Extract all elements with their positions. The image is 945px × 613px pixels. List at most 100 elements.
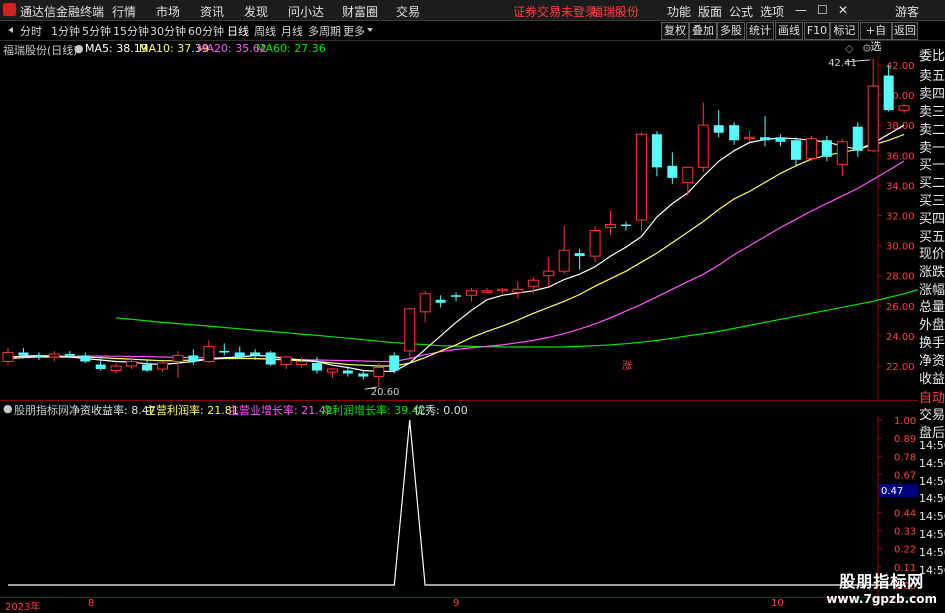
candle-body-up [605, 224, 617, 229]
login-warning[interactable]: 证券交易未登录 [513, 3, 597, 20]
f10-button[interactable]: F10 [804, 22, 830, 40]
side-label[interactable]: 14:56 [919, 546, 945, 559]
side-label[interactable]: 14:56 [919, 439, 945, 452]
side-label[interactable]: 14:56 [919, 475, 945, 488]
mark-button[interactable]: 标记 [830, 22, 859, 40]
candle-body-up [48, 353, 60, 358]
indicator-settings-icon-2[interactable]: ● [3, 402, 13, 415]
indicator-chart[interactable]: 1.000.890.780.670.560.440.330.220.110.00… [0, 416, 918, 597]
side-label[interactable]: 买一 [919, 154, 945, 173]
candle-body-up [697, 124, 709, 168]
side-label[interactable]: 买三 [919, 190, 945, 209]
side-label[interactable]: 14:56 [919, 528, 945, 541]
candle-body-down [342, 370, 353, 374]
side-label[interactable]: 收益 [919, 368, 945, 387]
candle-body-up [867, 85, 879, 152]
period-tab-more[interactable]: 更多 [343, 23, 365, 39]
period-tab-daily[interactable]: 日线 [227, 23, 249, 39]
candle-body-up [110, 365, 122, 372]
candle-body-down [265, 352, 276, 365]
indicator-tick-label: 0.33 [894, 527, 916, 538]
menu-formula[interactable]: 公式 [729, 3, 753, 20]
axis-label-sep: 9 [453, 598, 460, 609]
candle-body-up [157, 362, 168, 370]
side-label[interactable]: 净资 [919, 350, 945, 369]
stats-button[interactable]: 统计 [746, 22, 774, 40]
side-label[interactable]: 总量 [919, 296, 945, 315]
period-tab-60min[interactable]: 60分钟 [188, 23, 224, 39]
menu-layout[interactable]: 版面 [698, 3, 722, 20]
side-label[interactable]: 14:56 [919, 492, 945, 505]
side-label[interactable]: 卖三 [919, 101, 945, 120]
period-tab-multi[interactable]: 多周期 [308, 23, 341, 39]
menu-function[interactable]: 功能 [667, 3, 691, 20]
side-label[interactable]: 委比 [919, 45, 945, 64]
quote-side-panel[interactable]: 委比 卖五 卖四 卖三 卖二 卖一 买一 买二 买三 买四 买五 现价 涨跌 涨幅 总量 外盘 换手 净资 收益 自动… [918, 41, 945, 601]
app-logo-icon [3, 3, 16, 16]
multi-stock-button[interactable]: 多股 [717, 22, 745, 40]
side-label[interactable]: 交易 [919, 404, 945, 423]
period-tab-15min[interactable]: 15分钟 [113, 23, 149, 39]
candle-body-down [358, 373, 369, 377]
price-tick-label: 38.00 [886, 121, 915, 132]
period-tab-timeshare[interactable]: 分时 [20, 23, 42, 39]
side-label[interactable]: 14:56 [919, 457, 945, 470]
side-label[interactable]: 涨跌 [919, 261, 945, 280]
price-tick-label: 42.00 [886, 61, 915, 72]
adjust-button[interactable]: 复权 [661, 22, 689, 40]
side-label[interactable]: 卖四 [919, 83, 945, 102]
ma-info-bar: 福瑞股份(日线) ● MA5: 38.19 MA10: 37.39 MA20: … [0, 41, 872, 57]
candle-body-up [898, 105, 910, 111]
app-title: 通达信金融终端 [20, 5, 105, 19]
period-tab-30min[interactable]: 30分钟 [150, 23, 186, 39]
candle-body-up [280, 356, 292, 365]
candlestick-chart[interactable]: 42.0040.0038.0036.0034.0032.0030.0028.00… [0, 56, 918, 401]
guest-user[interactable]: 游客 [895, 3, 919, 20]
period-tab-5min[interactable]: 5分钟 [82, 23, 111, 39]
side-label[interactable]: 14:56 [919, 510, 945, 523]
prev-period-icon[interactable] [8, 27, 13, 33]
minimize-icon[interactable]: — [795, 3, 807, 17]
candle-body-up [496, 288, 508, 292]
menu-market-quote[interactable]: 行情 [112, 3, 136, 20]
menu-discover[interactable]: 发现 [244, 3, 268, 20]
axis-label-oct: 10 [771, 598, 784, 609]
indicator-settings-icon[interactable]: ● [74, 42, 84, 55]
period-tab-monthly[interactable]: 月线 [281, 23, 303, 39]
candle-body-up [589, 230, 601, 257]
candle-body-up [481, 290, 493, 293]
side-label[interactable]: 卖二 [919, 119, 945, 138]
current-value-text: 0.47 [881, 486, 903, 497]
price-tick-label: 30.00 [886, 242, 915, 253]
menu-news[interactable]: 资讯 [200, 3, 224, 20]
close-icon[interactable]: ✕ [838, 3, 848, 17]
gear-icon[interactable]: ⚙ [862, 42, 872, 55]
candle-body-down [821, 140, 832, 157]
candle-body-down [95, 364, 106, 370]
axis-label-year: 2023年 [5, 602, 41, 613]
side-label[interactable]: 卖五 [919, 65, 945, 84]
chevron-down-icon[interactable] [367, 28, 373, 32]
candle-body-down [852, 126, 863, 151]
menu-ask[interactable]: 问小达 [288, 3, 324, 20]
menu-trade[interactable]: 交易 [396, 3, 420, 20]
overlay-button[interactable]: 叠加 [689, 22, 717, 40]
candle-body-down [713, 125, 724, 133]
side-label[interactable]: 换手 [919, 332, 945, 351]
menu-wealth[interactable]: 财富圈 [342, 3, 378, 20]
indicator-tick-label: 0.22 [894, 545, 916, 556]
draw-button[interactable]: 画线 [775, 22, 803, 40]
side-label[interactable]: 买二 [919, 172, 945, 191]
period-tab-weekly[interactable]: 周线 [254, 23, 276, 39]
side-label[interactable]: 现价 [919, 243, 945, 262]
add-favorite-button[interactable]: +自选 [860, 22, 892, 53]
period-tab-1min[interactable]: 1分钟 [51, 23, 80, 39]
side-label[interactable]: 买四 [919, 208, 945, 227]
menu-options[interactable]: 选项 [760, 3, 784, 20]
maximize-icon[interactable]: ☐ [817, 3, 828, 17]
watermark-title: 股朋指标网 [839, 572, 925, 591]
side-label[interactable]: 外盘 [919, 314, 945, 333]
diamond-icon[interactable]: ◇ [845, 42, 853, 55]
back-button[interactable]: 返回 [892, 22, 918, 40]
menu-market[interactable]: 市场 [156, 3, 180, 20]
